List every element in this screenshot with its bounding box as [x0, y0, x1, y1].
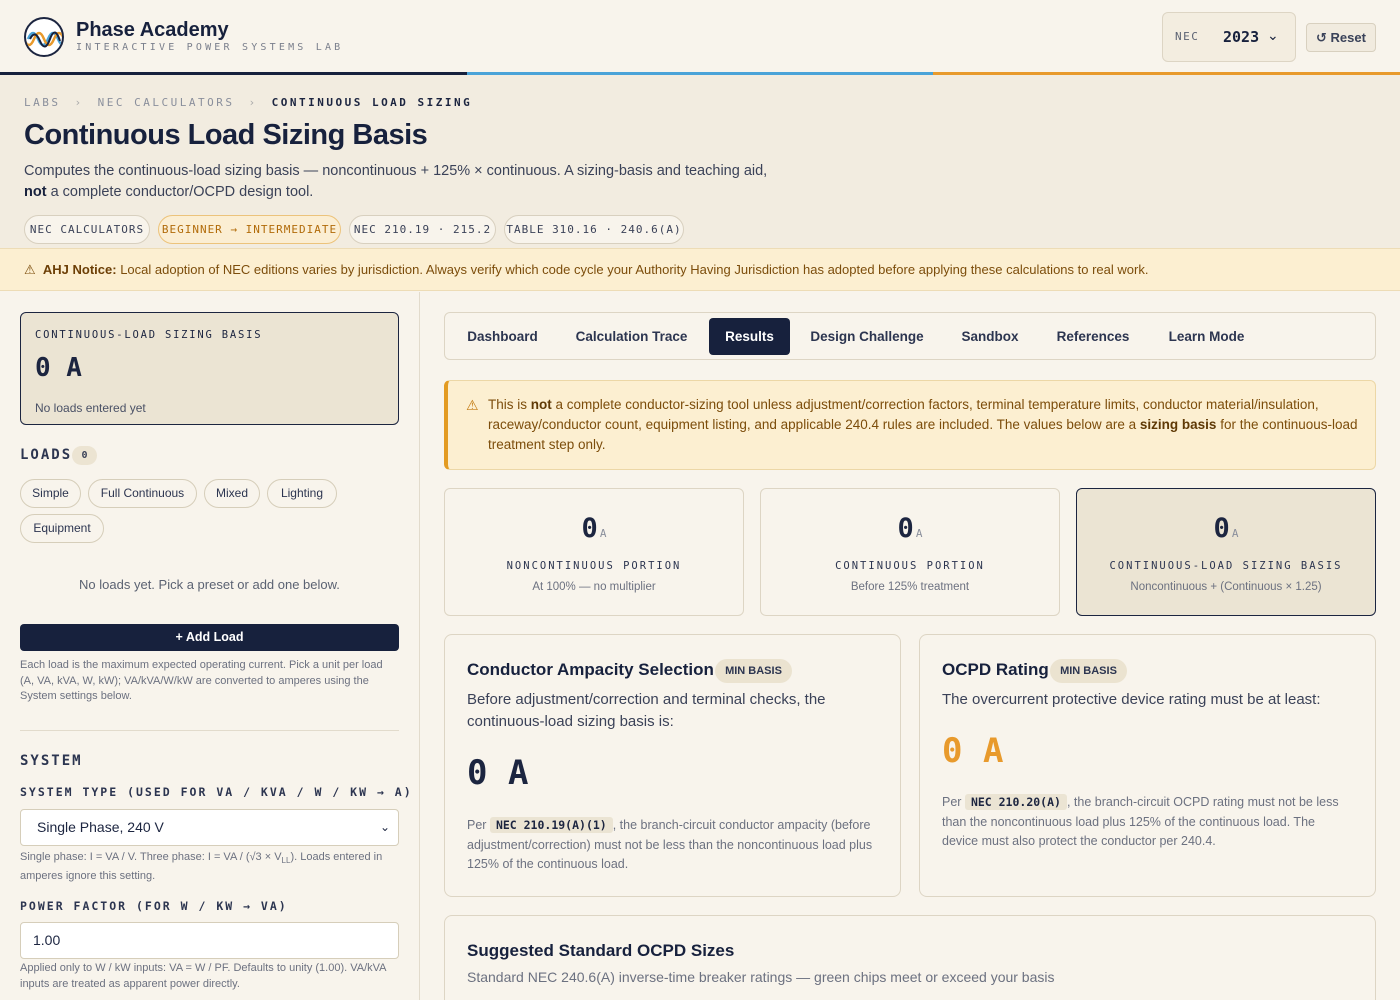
- preset-lighting[interactable]: Lighting: [267, 479, 337, 508]
- preset-simple[interactable]: Simple: [20, 479, 81, 508]
- level-chip: BEGINNER → INTERMEDIATE: [158, 215, 341, 244]
- card-reference: Per NEC 210.20(A), the branch-circuit OC…: [942, 794, 1339, 848]
- notice-text: Local adoption of NEC editions varies by…: [116, 262, 1149, 277]
- chevron-right-icon: ›: [74, 96, 84, 109]
- hero: LABS › NEC CALCULATORS › CONTINUOUS LOAD SIZ…: [0, 75, 1400, 248]
- reset-button[interactable]: ↺ Reset: [1306, 23, 1376, 52]
- stat-noncontinuous: 0A NONCONTINUOUS PORTION At 100% — no mu…: [444, 488, 744, 616]
- page-title: Continuous Load Sizing Basis: [24, 119, 428, 151]
- stat-value: 0A: [897, 513, 923, 544]
- card-lead: Before adjustment/correction and termina…: [467, 691, 826, 730]
- summary-value: 0 A: [35, 353, 82, 383]
- page-description: Computes the continuous-load sizing basi…: [24, 163, 768, 200]
- ocpd-value: 0 A: [942, 731, 1004, 771]
- system-type-label: SYSTEM TYPE (USED FOR VA / KVA / W / KW …: [20, 785, 413, 799]
- add-load-hint: Each load is the maximum expected operat…: [20, 659, 383, 702]
- tab-bar: Dashboard Calculation Trace Results Desi…: [444, 312, 1376, 360]
- stat-subtext: Before 125% treatment: [850, 581, 970, 593]
- stat-subtext: Noncontinuous + (Continuous × 1.25): [1130, 581, 1322, 593]
- breadcrumb-nec-calculators[interactable]: NEC CALCULATORS: [98, 96, 235, 109]
- logo: [24, 17, 64, 57]
- tab-results[interactable]: Results: [709, 318, 790, 355]
- card-subtitle: Standard NEC 240.6(A) inverse-time break…: [467, 969, 1055, 985]
- chevron-down-icon: ⌄: [1267, 27, 1279, 43]
- tag-chip: NEC CALCULATORS: [24, 215, 150, 244]
- tab-sandbox[interactable]: Sandbox: [944, 318, 1036, 355]
- scope-warning: ⚠ This is not a complete conductor-sizin…: [444, 380, 1376, 470]
- empty-loads-message: No loads yet. Pick a preset or add one b…: [79, 577, 340, 592]
- stat-continuous: 0A CONTINUOUS PORTION Before 125% treatm…: [760, 488, 1060, 616]
- min-basis-badge: MIN BASIS: [1050, 659, 1127, 683]
- loads-count-badge: 0: [72, 446, 97, 465]
- brand-name: Phase Academy: [76, 19, 229, 41]
- nec-edition-select[interactable]: NEC 2023 ⌄: [1162, 12, 1296, 62]
- tab-references[interactable]: References: [1045, 318, 1141, 355]
- loads-heading: LOADS: [20, 447, 73, 463]
- brand-tagline: INTERACTIVE POWER SYSTEMS LAB: [76, 42, 344, 53]
- chevron-down-icon: ⌄: [379, 820, 390, 834]
- ocpd-rating-card: OCPD Rating MIN BASIS The overcurrent pr…: [919, 634, 1376, 897]
- top-bar: Phase Academy INTERACTIVE POWER SYSTEMS …: [0, 0, 1400, 72]
- stat-sizing-basis: 0A CONTINUOUS-LOAD SIZING BASIS Nonconti…: [1076, 488, 1376, 616]
- summary-label: CONTINUOUS-LOAD SIZING BASIS: [35, 329, 263, 341]
- system-type-value: Single Phase, 240 V: [37, 819, 164, 835]
- stat-subtext: At 100% — no multiplier: [532, 581, 656, 593]
- system-type-hint: Single phase: I = VA / V. Three phase: I…: [20, 851, 383, 882]
- warning-icon: ⚠: [24, 262, 36, 277]
- tag-chip: NEC 210.19 · 215.2: [349, 215, 496, 244]
- preset-mixed[interactable]: Mixed: [204, 479, 260, 508]
- notice-title: AHJ Notice:: [42, 262, 117, 277]
- summary-subtext: No loads entered yet: [35, 401, 146, 415]
- stat-label: CONTINUOUS PORTION: [835, 560, 985, 572]
- chevron-right-icon: ›: [248, 96, 258, 109]
- power-factor-hint: Applied only to W / kW inputs: VA = W / …: [20, 962, 386, 990]
- divider: [20, 730, 399, 731]
- power-factor-input[interactable]: 1.00: [20, 922, 399, 959]
- stat-value: 0A: [581, 513, 607, 544]
- waveform-icon: [26, 31, 62, 48]
- min-basis-badge: MIN BASIS: [715, 659, 792, 683]
- system-heading: SYSTEM: [20, 753, 83, 769]
- breadcrumb-labs[interactable]: LABS: [24, 96, 61, 109]
- power-factor-value: 1.00: [33, 932, 61, 948]
- tab-design-challenge[interactable]: Design Challenge: [799, 318, 935, 355]
- tab-calculation-trace[interactable]: Calculation Trace: [563, 318, 700, 355]
- conductor-value: 0 A: [467, 753, 529, 793]
- card-title: OCPD Rating: [942, 660, 1049, 679]
- sizing-basis-summary: CONTINUOUS-LOAD SIZING BASIS 0 A No load…: [20, 312, 399, 425]
- power-factor-label: POWER FACTOR (FOR W / KW → VA): [20, 899, 288, 913]
- preset-equipment[interactable]: Equipment: [20, 514, 104, 543]
- scope-warning-text: This is not a complete conductor-sizing …: [488, 397, 1358, 452]
- stat-label: CONTINUOUS-LOAD SIZING BASIS: [1109, 560, 1343, 572]
- sidebar: CONTINUOUS-LOAD SIZING BASIS 0 A No load…: [0, 292, 420, 1000]
- tab-dashboard[interactable]: Dashboard: [451, 318, 554, 355]
- breadcrumb: LABS › NEC CALCULATORS › CONTINUOUS LOAD SIZ…: [24, 96, 472, 109]
- card-title: Suggested Standard OCPD Sizes: [467, 941, 735, 960]
- tab-learn-mode[interactable]: Learn Mode: [1150, 318, 1263, 355]
- card-reference: Per NEC 210.19(A)(1), the branch-circuit…: [467, 817, 873, 871]
- standard-ocpd-sizes-card: Suggested Standard OCPD Sizes Standard N…: [444, 915, 1376, 1000]
- conductor-ampacity-card: Conductor Ampacity Selection MIN BASIS B…: [444, 634, 901, 897]
- card-title: Conductor Ampacity Selection: [467, 660, 714, 679]
- stat-label: NONCONTINUOUS PORTION: [506, 560, 682, 572]
- ahj-notice: ⚠ AHJ Notice: Local adoption of NEC edit…: [0, 248, 1400, 291]
- add-load-button[interactable]: + Add Load: [20, 624, 399, 651]
- nec-label: NEC: [1175, 30, 1200, 43]
- tag-chip: TABLE 310.16 · 240.6(A): [504, 215, 684, 244]
- system-type-select[interactable]: Single Phase, 240 V ⌄: [20, 809, 399, 846]
- preset-full-continuous[interactable]: Full Continuous: [88, 479, 197, 508]
- nec-year-value: 2023: [1223, 28, 1260, 46]
- card-lead: The overcurrent protective device rating…: [942, 691, 1321, 708]
- breadcrumb-current: CONTINUOUS LOAD SIZING: [271, 96, 473, 109]
- warning-icon: ⚠: [466, 397, 479, 413]
- stat-value: 0A: [1213, 513, 1239, 544]
